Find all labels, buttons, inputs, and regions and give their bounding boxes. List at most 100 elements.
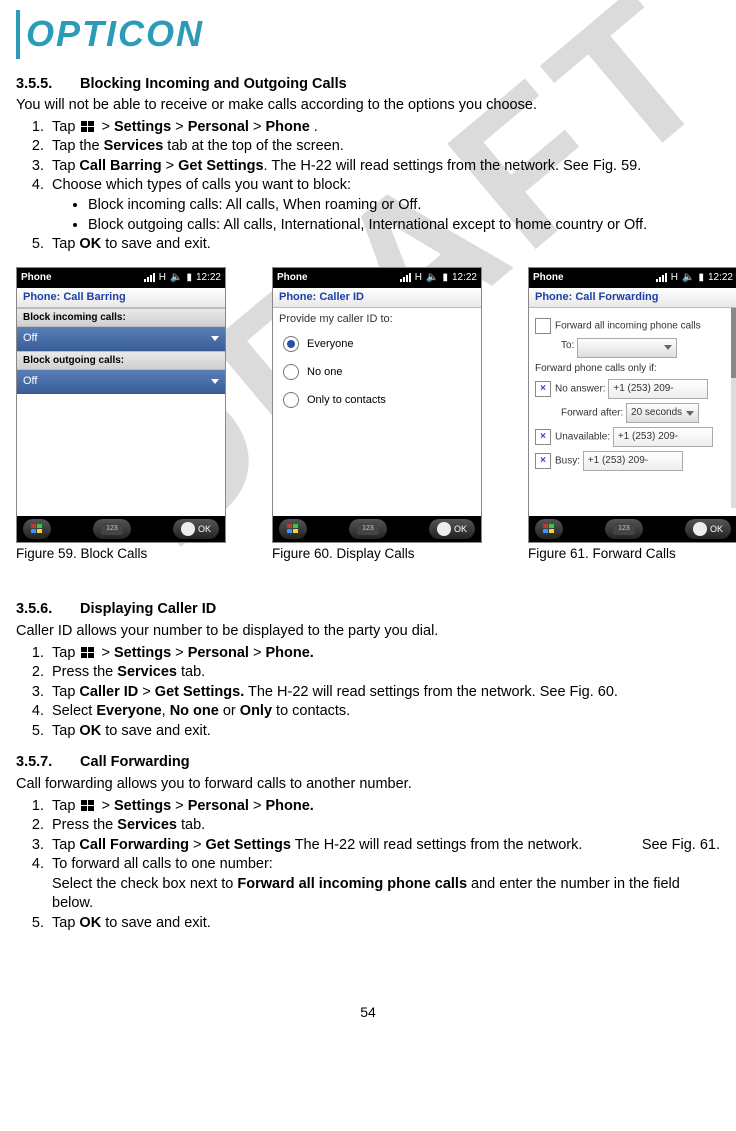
- volume-icon: 🔈: [170, 271, 182, 285]
- ok-button[interactable]: OK: [685, 519, 731, 539]
- figure-59: Phone H 🔈 ▮ 12:22 Phone: Call Barring Bl…: [16, 267, 226, 563]
- start-button[interactable]: [535, 519, 563, 539]
- step: Tap > Settings > Personal > Phone .: [48, 118, 720, 138]
- figure-caption: Figure 60. Display Calls: [272, 545, 482, 563]
- radio-icon: [283, 336, 299, 352]
- block-outgoing-dropdown[interactable]: Off: [17, 370, 225, 394]
- status-icons: H 🔈 ▮ 12:22: [656, 271, 733, 285]
- step: Tap > Settings > Personal > Phone.: [48, 644, 720, 664]
- checkbox[interactable]: ×: [535, 453, 551, 469]
- status-time: 12:22: [708, 271, 733, 285]
- forward-after-row: Forward after: 20 seconds: [561, 403, 731, 423]
- status-app: Phone: [21, 271, 144, 285]
- windows-icon: [81, 121, 95, 133]
- chevron-down-icon: [664, 345, 672, 350]
- windows-icon: [81, 800, 95, 812]
- noanswer-row: ×No answer: +1 (253) 209-: [535, 379, 731, 399]
- status-app: Phone: [533, 271, 656, 285]
- step: Select Everyone, No one or Only to conta…: [48, 702, 720, 722]
- start-button[interactable]: [279, 519, 307, 539]
- keyboard-button[interactable]: 123: [605, 519, 643, 539]
- statusbar: Phone H 🔈 ▮ 12:22: [17, 268, 225, 288]
- battery-icon: ▮: [186, 271, 192, 285]
- start-button[interactable]: [23, 519, 51, 539]
- status-icons: H 🔈 ▮ 12:22: [144, 271, 221, 285]
- signal-icon: [144, 273, 155, 282]
- keyboard-icon: 123: [357, 523, 379, 535]
- ok-button[interactable]: OK: [173, 519, 219, 539]
- figure-61: Phone H 🔈 ▮ 12:22 Phone: Call Forwarding…: [528, 267, 736, 563]
- chevron-down-icon: [211, 379, 219, 384]
- radio-noone[interactable]: No one: [273, 358, 481, 386]
- radio-only-contacts[interactable]: Only to contacts: [273, 386, 481, 414]
- to-field[interactable]: [577, 338, 677, 358]
- step: Tap OK to save and exit.: [48, 235, 720, 255]
- opticon-logo: OPTICON: [16, 10, 720, 59]
- step: Press the Services tab.: [48, 663, 720, 683]
- keyboard-button[interactable]: 123: [93, 519, 131, 539]
- network-icon: H: [415, 271, 422, 285]
- radio-icon: [283, 364, 299, 380]
- section-num: 3.5.6.: [16, 600, 76, 620]
- checkbox[interactable]: [535, 318, 551, 334]
- section-356-title: 3.5.6. Displaying Caller ID: [16, 600, 720, 620]
- ok-icon: [693, 522, 707, 536]
- ok-button[interactable]: OK: [429, 519, 475, 539]
- step: Press the Services tab.: [48, 816, 720, 836]
- figure-caption: Figure 59. Block Calls: [16, 545, 226, 563]
- section-355-steps: Tap > Settings > Personal > Phone . Tap …: [16, 118, 720, 255]
- phone-mock: Phone H 🔈 ▮ 12:22 Phone: Call Barring Bl…: [16, 267, 226, 543]
- busy-field[interactable]: +1 (253) 209-: [583, 451, 683, 471]
- screen-body: Forward all incoming phone calls To: For…: [529, 308, 736, 516]
- scrollbar[interactable]: [731, 308, 736, 508]
- figure-caption: Figure 61. Forward Calls: [528, 545, 736, 563]
- radio-icon: [283, 392, 299, 408]
- chevron-down-icon: [211, 336, 219, 341]
- ok-icon: [437, 522, 451, 536]
- network-icon: H: [671, 271, 678, 285]
- windows-icon: [287, 524, 299, 533]
- signal-icon: [400, 273, 411, 282]
- section-title-text: Displaying Caller ID: [80, 601, 216, 617]
- section-356-steps: Tap > Settings > Personal > Phone. Press…: [16, 644, 720, 742]
- step: Tap Call Forwarding > Get Settings The H…: [48, 836, 720, 856]
- phone-mock: Phone H 🔈 ▮ 12:22 Phone: Call Forwarding…: [528, 267, 736, 543]
- to-row: To:: [561, 338, 731, 358]
- step: Choose which types of calls you want to …: [48, 176, 720, 235]
- unavailable-row: ×Unavailable: +1 (253) 209-: [535, 427, 731, 447]
- status-app: Phone: [277, 271, 400, 285]
- section-num: 3.5.7.: [16, 753, 76, 773]
- step: Tap Call Barring > Get Settings. The H-2…: [48, 157, 720, 177]
- keyboard-button[interactable]: 123: [349, 519, 387, 539]
- bottombar: 123 OK: [17, 516, 225, 542]
- statusbar: Phone H 🔈 ▮ 12:22: [273, 268, 481, 288]
- checkbox[interactable]: ×: [535, 381, 551, 397]
- battery-icon: ▮: [698, 271, 704, 285]
- unavailable-field[interactable]: +1 (253) 209-: [613, 427, 713, 447]
- step: Tap OK to save and exit.: [48, 722, 720, 742]
- forward-all-row: Forward all incoming phone calls: [535, 318, 731, 334]
- substep: Block incoming calls: All calls, When ro…: [88, 196, 720, 216]
- substeps: Block incoming calls: All calls, When ro…: [52, 196, 720, 235]
- radio-everyone[interactable]: Everyone: [273, 330, 481, 358]
- bottombar: 123 OK: [529, 516, 736, 542]
- windows-icon: [81, 647, 95, 659]
- keyboard-icon: 123: [613, 523, 635, 535]
- screen-title: Phone: Call Forwarding: [529, 288, 736, 308]
- section-356-intro: Caller ID allows your number to be displ…: [16, 622, 720, 642]
- figure-60: Phone H 🔈 ▮ 12:22 Phone: Caller ID Provi…: [272, 267, 482, 563]
- checkbox[interactable]: ×: [535, 429, 551, 445]
- volume-icon: 🔈: [426, 271, 438, 285]
- status-time: 12:22: [452, 271, 477, 285]
- section-title-text: Blocking Incoming and Outgoing Calls: [80, 76, 347, 92]
- battery-icon: ▮: [442, 271, 448, 285]
- network-icon: H: [159, 271, 166, 285]
- busy-row: ×Busy: +1 (253) 209-: [535, 451, 731, 471]
- step: Tap the Services tab at the top of the s…: [48, 137, 720, 157]
- figures-row: Phone H 🔈 ▮ 12:22 Phone: Call Barring Bl…: [16, 267, 720, 563]
- screen-body: Block incoming calls: Off Block outgoing…: [17, 308, 225, 516]
- noanswer-field[interactable]: +1 (253) 209-: [608, 379, 708, 399]
- block-incoming-dropdown[interactable]: Off: [17, 327, 225, 351]
- forward-after-dropdown[interactable]: 20 seconds: [626, 403, 699, 423]
- label: Block incoming calls:: [17, 308, 225, 328]
